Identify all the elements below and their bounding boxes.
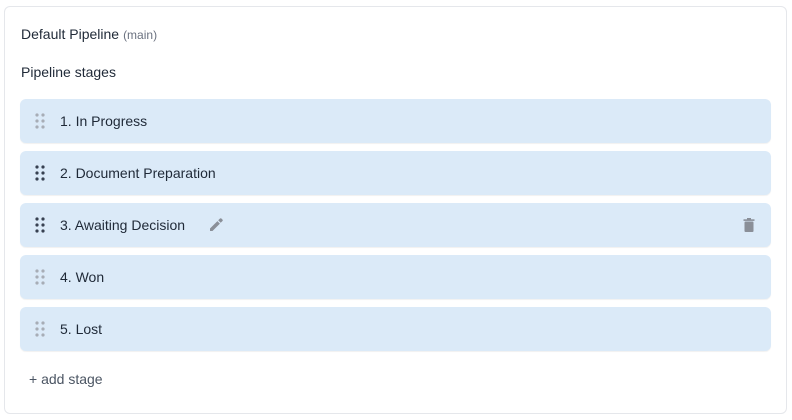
pipeline-tag: (main) — [123, 28, 158, 42]
add-stage-button[interactable]: + add stage — [29, 371, 103, 387]
trash-icon[interactable] — [741, 217, 757, 233]
stage-label: 2. Document Preparation — [60, 165, 216, 181]
drag-handle-icon[interactable] — [35, 217, 45, 233]
pipeline-title: Default Pipeline (main) — [21, 26, 157, 42]
stages-heading: Pipeline stages — [21, 64, 116, 80]
drag-handle-icon[interactable] — [35, 113, 45, 129]
stage-item[interactable]: 4. Won — [20, 255, 771, 299]
stage-label: 4. Won — [60, 269, 105, 285]
stage-item[interactable]: 5. Lost — [20, 307, 771, 351]
pencil-icon[interactable] — [208, 217, 224, 233]
stage-item[interactable]: 1. In Progress — [20, 99, 771, 143]
stage-list: 1. In Progress 2. Document Preparation 3… — [20, 99, 771, 359]
drag-handle-icon[interactable] — [35, 321, 45, 337]
drag-handle-icon[interactable] — [35, 269, 45, 285]
stage-label: 5. Lost — [60, 321, 103, 337]
pipeline-card: Default Pipeline (main) Pipeline stages 1… — [4, 6, 787, 414]
stage-label: 1. In Progress — [60, 113, 148, 129]
pipeline-name: Default Pipeline — [21, 26, 120, 42]
stage-item[interactable]: 2. Document Preparation — [20, 151, 771, 195]
stage-label: 3. Awaiting Decision — [60, 217, 186, 233]
stage-item[interactable]: 3. Awaiting Decision — [20, 203, 771, 247]
drag-handle-icon[interactable] — [35, 165, 45, 181]
